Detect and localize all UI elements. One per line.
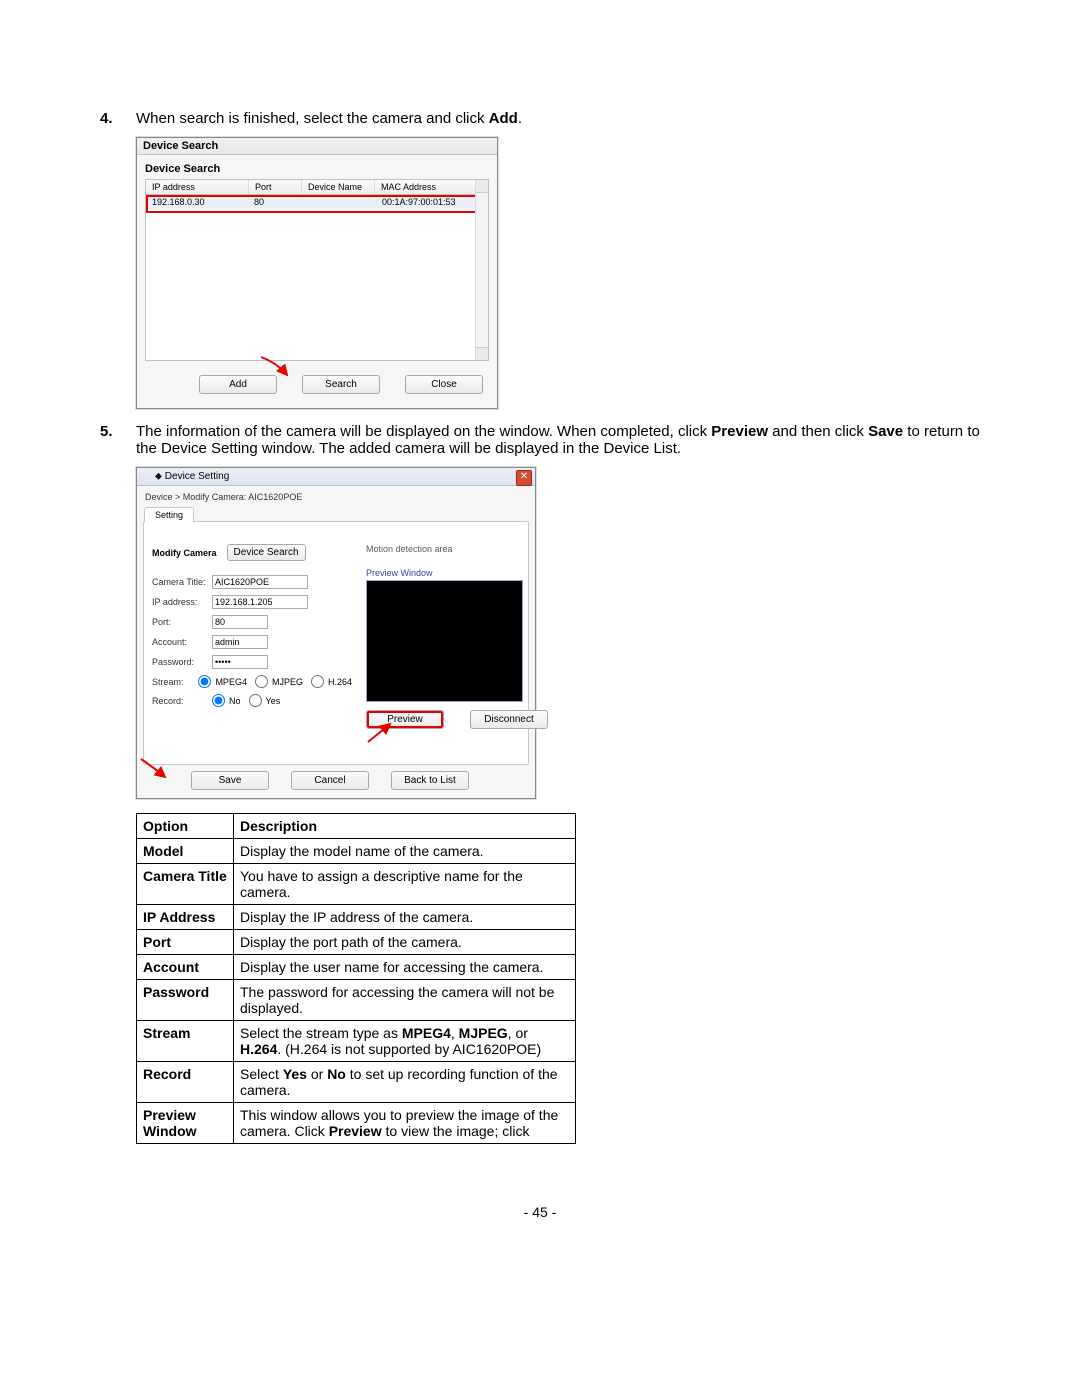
option-cell: Account xyxy=(137,955,234,980)
option-cell: Record xyxy=(137,1062,234,1103)
port-input[interactable] xyxy=(212,615,268,629)
account-input[interactable] xyxy=(212,635,268,649)
device-search-button[interactable]: Device Search xyxy=(227,544,306,561)
panel-title: Device Search xyxy=(145,163,489,175)
table-row: PasswordThe password for accessing the c… xyxy=(137,980,576,1021)
radio-record-yes[interactable] xyxy=(249,694,262,707)
option-cell: Preview Window xyxy=(137,1103,234,1144)
radio-mjpeg[interactable] xyxy=(255,675,268,688)
preview-viewport xyxy=(366,580,523,702)
password-input[interactable] xyxy=(212,655,268,669)
step5-text: The information of the camera will be di… xyxy=(136,423,980,457)
label-ip: IP address: xyxy=(152,597,212,607)
close-button[interactable]: Close xyxy=(405,375,483,394)
step4-text: When search is finished, select the came… xyxy=(136,110,980,127)
option-cell: Port xyxy=(137,930,234,955)
step-number: 5. xyxy=(100,423,136,457)
table-row: PortDisplay the port path of the camera. xyxy=(137,930,576,955)
table-row[interactable]: 192.168.0.30 80 00:1A:97:00:01:53 xyxy=(146,195,488,209)
label-record: Record: xyxy=(152,696,212,706)
tab-setting[interactable]: Setting xyxy=(144,507,194,523)
label-account: Account: xyxy=(152,637,212,647)
col-header-ip: IP address xyxy=(146,180,249,194)
scrollbar[interactable] xyxy=(475,180,488,360)
description-cell: This window allows you to preview the im… xyxy=(234,1103,576,1144)
device-setting-window: ⬥ Device Setting ✕ Device > Modify Camer… xyxy=(136,467,536,799)
col-header-option: Option xyxy=(137,814,234,839)
cancel-button[interactable]: Cancel xyxy=(291,771,369,790)
table-row: IP AddressDisplay the IP address of the … xyxy=(137,905,576,930)
description-cell: The password for accessing the camera wi… xyxy=(234,980,576,1021)
table-row: StreamSelect the stream type as MPEG4, M… xyxy=(137,1021,576,1062)
search-button[interactable]: Search xyxy=(302,375,380,394)
col-header-name: Device Name xyxy=(302,180,375,194)
option-cell: Camera Title xyxy=(137,864,234,905)
preview-window-label: Preview Window xyxy=(366,568,548,578)
step-number: 4. xyxy=(100,110,136,127)
add-button[interactable]: Add xyxy=(199,375,277,394)
description-cell: Display the port path of the camera. xyxy=(234,930,576,955)
ip-input[interactable] xyxy=(212,595,308,609)
col-header-mac: MAC Address xyxy=(375,180,488,194)
description-cell: Display the IP address of the camera. xyxy=(234,905,576,930)
label-port: Port: xyxy=(152,617,212,627)
table-row: AccountDisplay the user name for accessi… xyxy=(137,955,576,980)
save-button[interactable]: Save xyxy=(191,771,269,790)
description-cell: Display the model name of the camera. xyxy=(234,839,576,864)
radio-h264[interactable] xyxy=(311,675,324,688)
device-search-table: IP address Port Device Name MAC Address … xyxy=(145,179,489,361)
description-cell: Display the user name for accessing the … xyxy=(234,955,576,980)
device-search-window: Device Search Device Search IP address P… xyxy=(136,137,498,409)
option-cell: Password xyxy=(137,980,234,1021)
label-password: Password: xyxy=(152,657,212,667)
options-table: Option Description ModelDisplay the mode… xyxy=(136,813,576,1144)
camera-title-input[interactable] xyxy=(212,575,308,589)
window-titlebar: Device Search xyxy=(137,138,497,155)
radio-mpeg4[interactable] xyxy=(198,675,211,688)
preview-button[interactable]: Preview xyxy=(366,710,444,729)
label-camera-title: Camera Title: xyxy=(152,577,212,587)
col-header-port: Port xyxy=(249,180,302,194)
disconnect-button[interactable]: Disconnect xyxy=(470,710,548,729)
option-cell: IP Address xyxy=(137,905,234,930)
col-header-description: Description xyxy=(234,814,576,839)
back-to-list-button[interactable]: Back to List xyxy=(391,771,469,790)
description-cell: Select Yes or No to set up recording fun… xyxy=(234,1062,576,1103)
radio-record-no[interactable] xyxy=(212,694,225,707)
option-cell: Model xyxy=(137,839,234,864)
window-titlebar: ⬥ Device Setting ✕ xyxy=(137,468,535,486)
description-cell: Select the stream type as MPEG4, MJPEG, … xyxy=(234,1021,576,1062)
label-stream: Stream: xyxy=(152,677,198,687)
breadcrumb: Device > Modify Camera: AIC1620POE xyxy=(137,486,535,502)
option-cell: Stream xyxy=(137,1021,234,1062)
close-icon[interactable]: ✕ xyxy=(516,470,532,486)
table-row: ModelDisplay the model name of the camer… xyxy=(137,839,576,864)
description-cell: You have to assign a descriptive name fo… xyxy=(234,864,576,905)
table-row: Camera TitleYou have to assign a descrip… xyxy=(137,864,576,905)
table-row: Preview WindowThis window allows you to … xyxy=(137,1103,576,1144)
section-title: Modify Camera xyxy=(152,548,217,558)
page-number: - 45 - xyxy=(100,1204,980,1220)
table-row: RecordSelect Yes or No to set up recordi… xyxy=(137,1062,576,1103)
motion-detection-link[interactable]: Motion detection area xyxy=(366,544,548,554)
